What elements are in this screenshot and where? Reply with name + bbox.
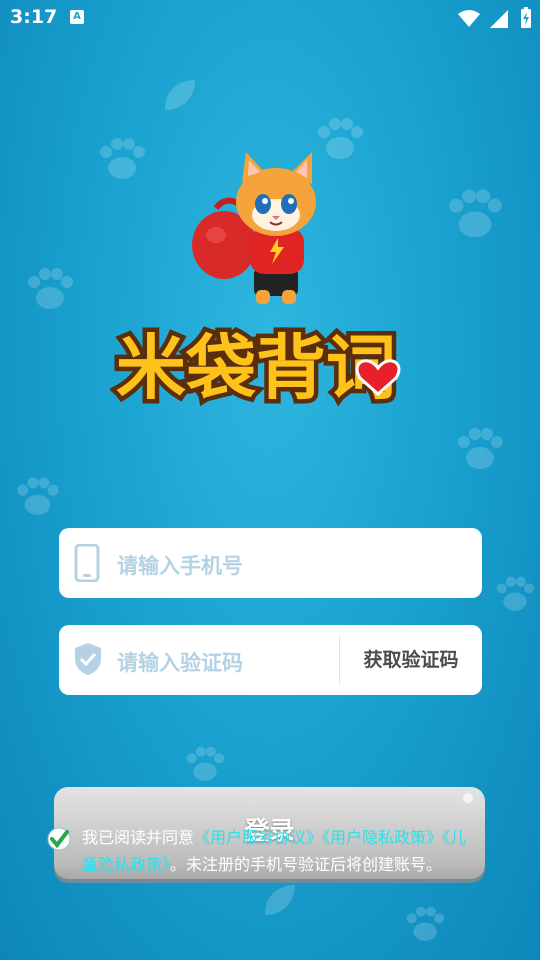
verification-code-field[interactable]: 请输入验证码 获取验证码 xyxy=(59,625,482,695)
agreement-prefix: 我已阅读并同意 xyxy=(82,828,195,847)
terms-of-service-link[interactable]: 《用户服务协议》 xyxy=(194,828,322,847)
app-title: 米袋背词 xyxy=(116,327,396,409)
paw-print-icon xyxy=(100,138,145,179)
paw-print-icon xyxy=(28,268,73,309)
leaf-icon xyxy=(265,885,295,915)
shield-check-icon xyxy=(75,643,101,675)
app-logo: 米袋背词 xyxy=(112,323,401,414)
paw-print-icon xyxy=(186,746,225,781)
system-icons xyxy=(457,7,532,33)
status-time: 3:17 xyxy=(10,6,58,28)
leaf-icon xyxy=(165,80,195,110)
cat-mascot-illustration xyxy=(192,152,316,304)
agreement-suffix: 。未注册的手机号验证后将创建账号。 xyxy=(170,855,443,874)
wifi-icon xyxy=(457,10,480,27)
signal-icon xyxy=(489,10,508,28)
get-code-button[interactable]: 获取验证码 xyxy=(339,635,482,685)
paw-print-icon xyxy=(406,906,445,941)
notification-badge-icon: A xyxy=(70,10,84,24)
phone-input[interactable]: 请输入手机号 xyxy=(117,550,243,580)
privacy-policy-link[interactable]: 《用户隐私政策》 xyxy=(322,828,442,847)
agreement-text: 我已阅读并同意《用户服务协议》《用户隐私政策》《儿童隐私政策》。未注册的手机号验… xyxy=(82,824,474,878)
phone-field[interactable]: 请输入手机号 xyxy=(59,528,482,598)
verification-code-input[interactable]: 请输入验证码 xyxy=(117,647,243,677)
agreement-checkbox[interactable] xyxy=(46,826,72,852)
status-bar: 3:17 A xyxy=(0,0,540,36)
battery-charging-icon xyxy=(521,7,531,28)
login-screen: 3:17 A 米袋背词 请输入手机号 请输入验证码 获取验证码 登录 我已阅读并… xyxy=(0,0,540,960)
paw-print-icon xyxy=(17,477,59,515)
paw-print-icon xyxy=(496,576,535,611)
paw-print-icon xyxy=(449,189,502,238)
button-highlight-dot xyxy=(463,793,473,803)
phone-icon xyxy=(74,544,100,582)
paw-print-icon xyxy=(458,428,503,469)
